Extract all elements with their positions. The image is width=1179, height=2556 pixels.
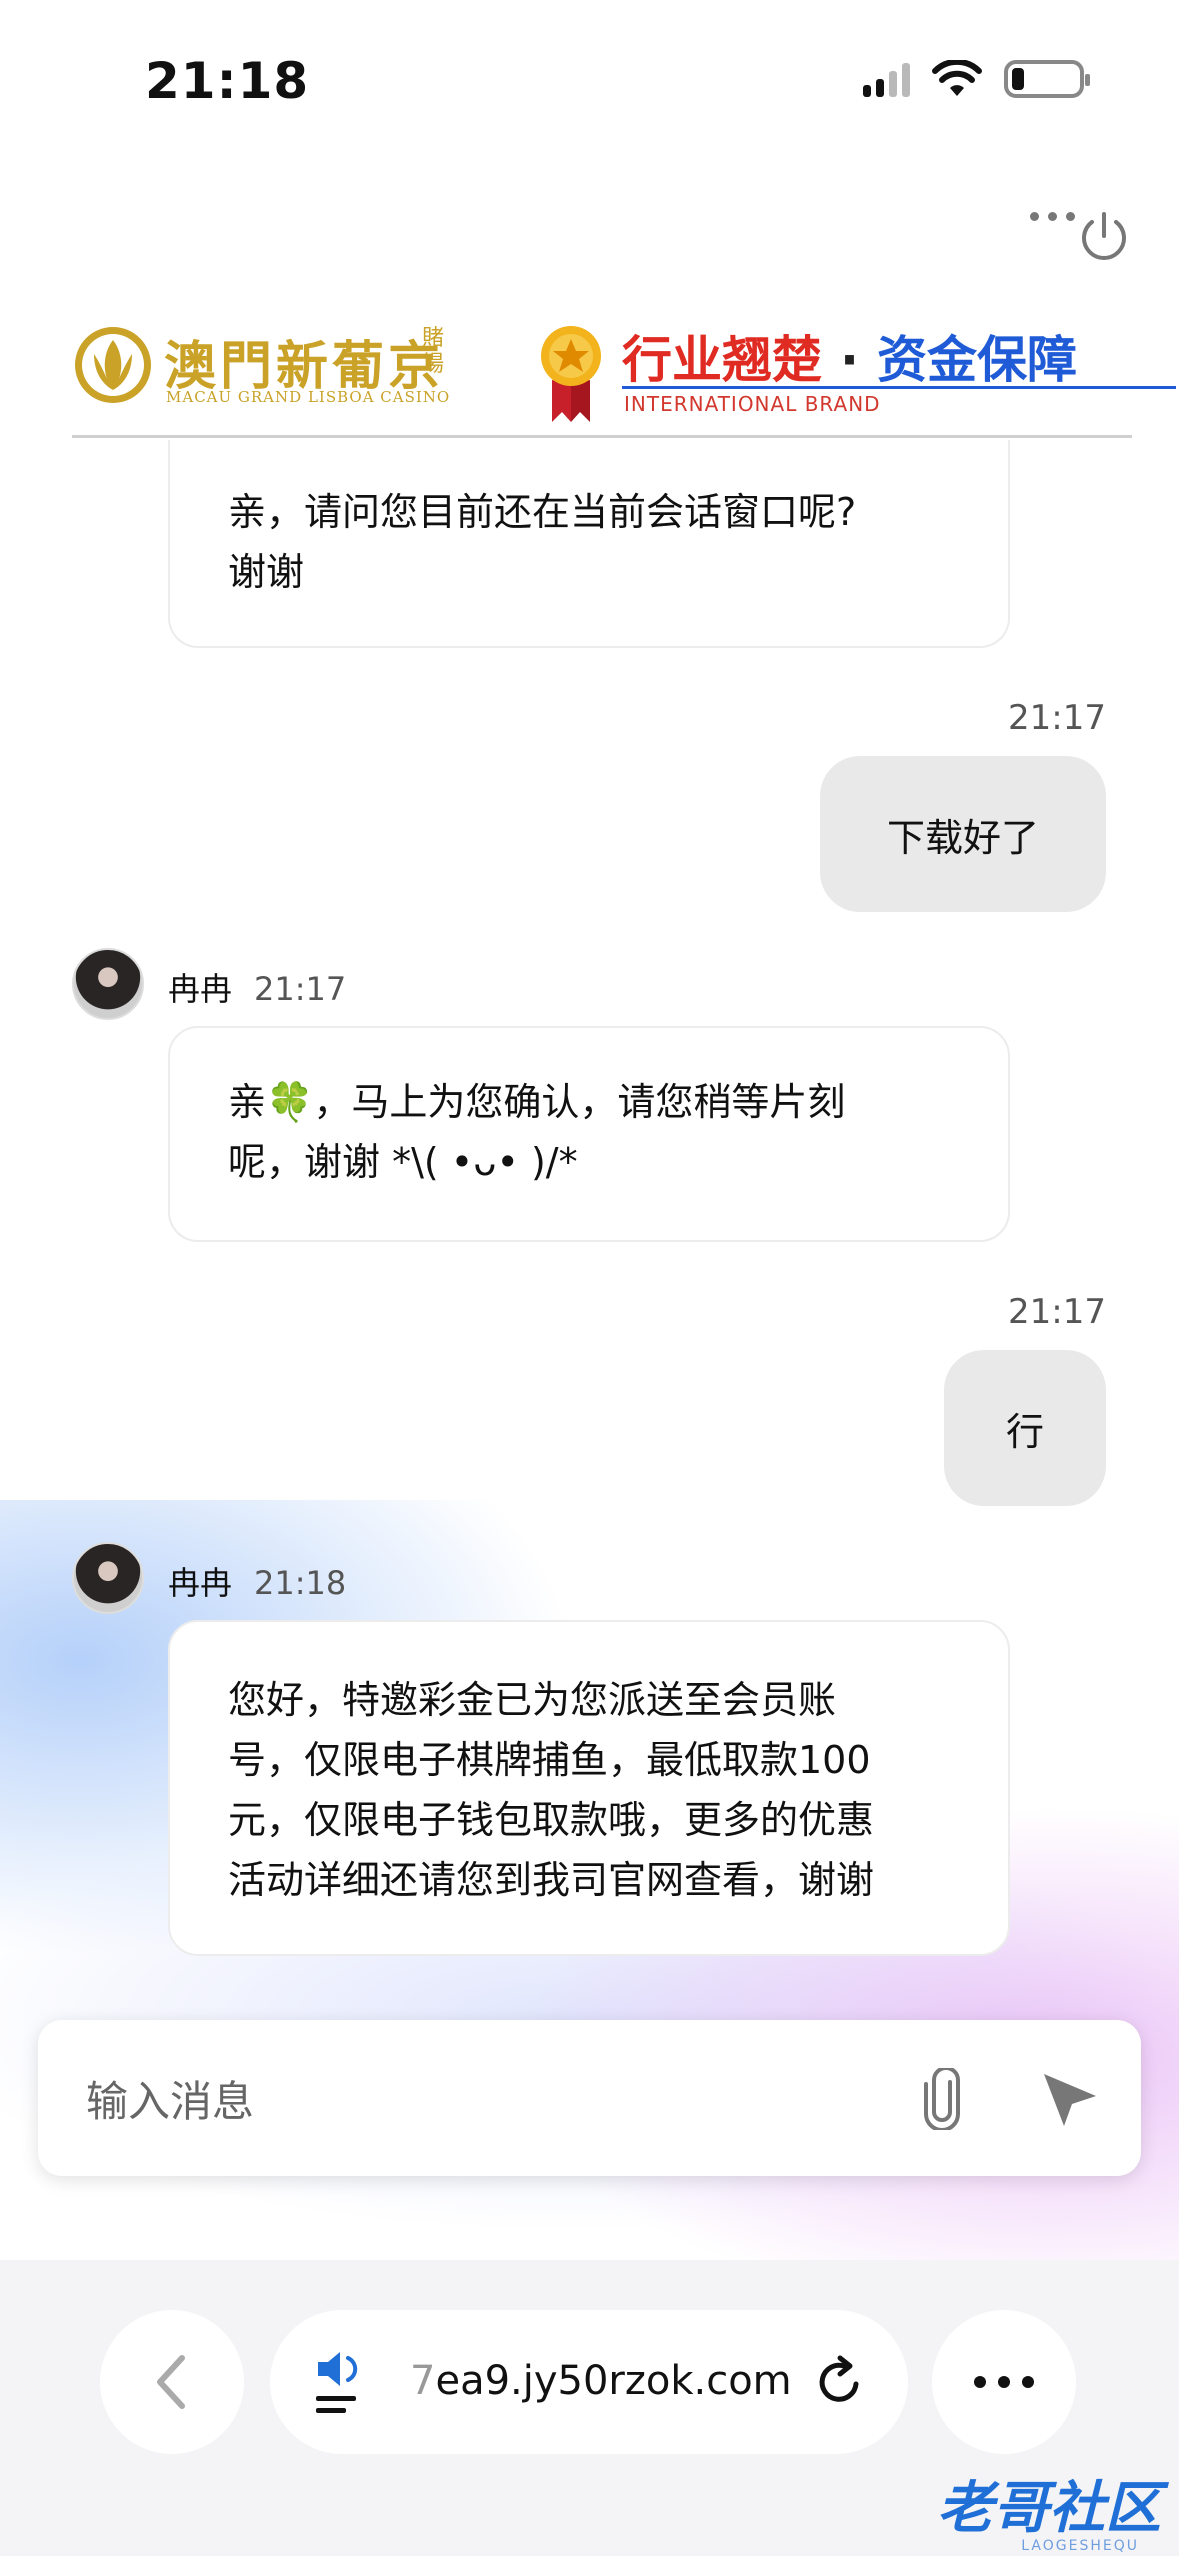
message-line: 活动详细还请您到我司官网查看，谢谢 <box>228 1858 875 1902</box>
watermark-sub: LAOGESHEQU <box>1021 2538 1139 2554</box>
reader-audio-icon <box>316 2352 358 2413</box>
message-line: 谢谢 <box>228 550 305 594</box>
agent-meta: 冉冉 21:17 <box>168 964 346 1010</box>
agent-message-bubble: 亲🍀，马上为您确认，请您稍等片刻 呢，谢谢 *\( •ᴗ• )/* <box>168 1026 1010 1242</box>
browser-toolbar: 7ea9.jy50rzok.com 老哥社区 LAOGESHEQU <box>0 2260 1179 2556</box>
message-input-bar[interactable]: 输入消息 <box>38 2020 1141 2176</box>
casino-name-en: MACAU GRAND LISBOA CASINO <box>166 388 451 406</box>
message-input[interactable]: 输入消息 <box>86 2068 254 2129</box>
watermark: 老哥社区 <box>937 2476 1161 2541</box>
user-message-bubble: 行 <box>944 1350 1106 1506</box>
slogan: 行业翘楚 · 资金保障 <box>622 320 1077 392</box>
url-text[interactable]: 7ea9.jy50rzok.com <box>410 2358 792 2404</box>
agent-name: 冉冉 <box>168 970 233 1008</box>
promo-banner: 澳門新葡京 賭場 MACAU GRAND LISBOA CASINO 行业翘楚 ·… <box>72 318 1176 438</box>
reload-icon[interactable] <box>812 2354 868 2410</box>
agent-message-bubble: 您好，特邀彩金已为您派送至会员账 号，仅限电子棋牌捕鱼，最低取款100 元，仅限… <box>168 1620 1010 1956</box>
back-button[interactable] <box>100 2310 244 2454</box>
message-line: 号，仅限电子棋牌捕鱼，最低取款100 <box>228 1738 871 1782</box>
message-timestamp: 21:18 <box>254 1564 347 1602</box>
address-bar[interactable]: 7ea9.jy50rzok.com <box>270 2310 908 2454</box>
avatar <box>72 1542 144 1614</box>
wifi-icon <box>932 60 982 96</box>
more-menu-button[interactable] <box>932 2310 1076 2454</box>
message-line: 呢，谢谢 *\( •ᴗ• )/* <box>228 1140 578 1184</box>
power-icon[interactable] <box>1077 210 1131 264</box>
chevron-left-icon <box>157 2355 185 2409</box>
message-text: 下载好了 <box>886 815 1039 860</box>
message-line: 您好，特邀彩金已为您派送至会员账 <box>228 1678 837 1722</box>
url-domain: ea9.jy50rzok.com <box>435 2358 792 2404</box>
lisboa-logo-icon <box>75 327 151 403</box>
send-icon[interactable] <box>1038 2068 1100 2130</box>
slogan-en: INTERNATIONAL BRAND <box>624 392 881 416</box>
user-message-bubble: 下载好了 <box>820 756 1106 912</box>
message-timestamp: 21:17 <box>1008 1292 1106 1332</box>
message-line: 亲🍀，马上为您确认，请您稍等片刻 <box>228 1080 846 1124</box>
avatar <box>72 948 144 1020</box>
slogan-part2: 资金保障 <box>877 331 1077 389</box>
cellular-signal-icon <box>863 61 910 97</box>
message-timestamp: 21:17 <box>1008 698 1106 738</box>
ellipsis-icon <box>974 2376 1034 2388</box>
more-options-icon[interactable] <box>1030 212 1075 221</box>
casino-name-small: 賭場 <box>422 326 445 377</box>
agent-meta: 冉冉 21:18 <box>168 1558 346 1604</box>
message-timestamp: 21:17 <box>254 970 347 1008</box>
slogan-separator: · <box>840 331 859 389</box>
agent-name: 冉冉 <box>168 1564 233 1602</box>
message-line: 元，仅限电子钱包取款哦，更多的优惠 <box>228 1798 875 1842</box>
slogan-part1: 行业翘楚 <box>622 331 822 389</box>
medal-icon <box>541 326 601 422</box>
message-line: 亲，请问您目前还在当前会话窗口呢? <box>228 490 857 534</box>
status-time: 21:18 <box>145 52 310 110</box>
url-prefix: 7 <box>410 2358 436 2404</box>
message-text: 行 <box>1005 1409 1044 1454</box>
slogan-underline <box>622 386 1176 389</box>
attachment-icon[interactable] <box>918 2068 968 2130</box>
battery-icon <box>1004 60 1090 98</box>
agent-message-bubble: 亲，请问您目前还在当前会话窗口呢? 谢谢 <box>168 440 1010 648</box>
status-icons <box>863 60 1090 98</box>
